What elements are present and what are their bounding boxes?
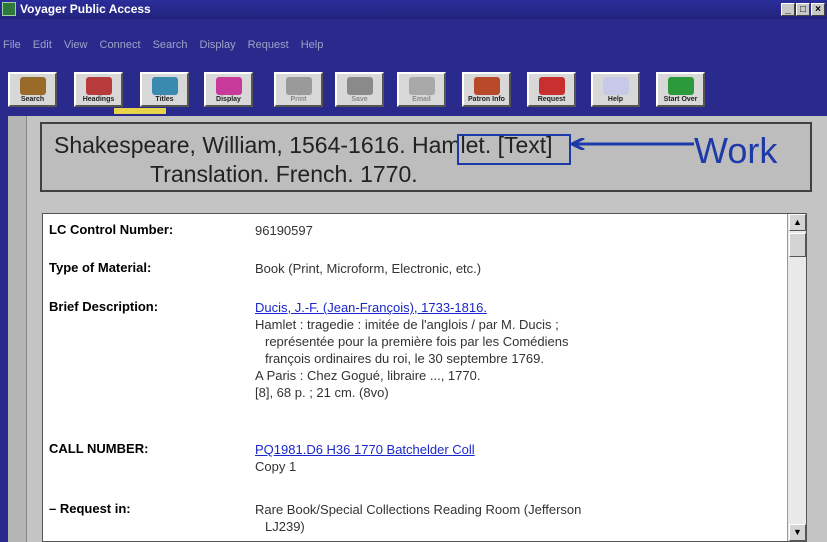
request-in-label[interactable]: – Request in: bbox=[49, 501, 249, 516]
patron-info-button-label: Patron Info bbox=[468, 96, 505, 103]
minimize-button[interactable]: _ bbox=[781, 3, 795, 16]
description-line-1: Hamlet : tragedie : imitée de l'anglois … bbox=[255, 317, 559, 332]
work-annotation: Work bbox=[694, 130, 778, 171]
menu-display[interactable]: Display bbox=[200, 39, 236, 51]
menu-file[interactable]: File bbox=[3, 39, 21, 51]
email-button-label: Email bbox=[412, 96, 431, 103]
hamlet-highlight-box bbox=[457, 134, 571, 165]
description-value: Ducis, J.-F. (Jean-François), 1733-1816.… bbox=[255, 299, 755, 401]
description-label: Brief Description: bbox=[49, 299, 159, 314]
description-line-4: A Paris : Chez Gogué, libraire ..., 1770… bbox=[255, 368, 481, 383]
print-button[interactable]: Print bbox=[274, 72, 323, 107]
start-over-button-label: Start Over bbox=[663, 96, 698, 103]
help-button-label: Help bbox=[607, 96, 624, 103]
email-button[interactable]: Email bbox=[397, 72, 446, 107]
vertical-scrollbar[interactable]: ▲ ▼ bbox=[787, 214, 806, 541]
request-icon bbox=[538, 77, 565, 95]
email-icon bbox=[408, 77, 435, 95]
menu-bar: File Edit View Connect Search Display Re… bbox=[0, 36, 827, 56]
scroll-up-icon[interactable]: ▲ bbox=[789, 214, 806, 231]
menu-view[interactable]: View bbox=[64, 39, 88, 51]
menu-edit[interactable]: Edit bbox=[33, 39, 52, 51]
title-bar: Voyager Public Access _ □ × bbox=[0, 0, 827, 19]
display-icon bbox=[215, 77, 242, 95]
save-button-label: Save bbox=[351, 96, 368, 103]
search-button[interactable]: Search bbox=[8, 72, 57, 107]
app-icon bbox=[2, 2, 16, 16]
lccn-value: 96190597 bbox=[255, 223, 313, 238]
request-line-1: Rare Book/Special Collections Reading Ro… bbox=[255, 502, 582, 517]
material-value: Book (Print, Microform, Electronic, etc.… bbox=[255, 261, 482, 276]
author-link[interactable]: Ducis, J.-F. (Jean-François), 1733-1816. bbox=[255, 300, 487, 315]
printer-icon bbox=[285, 77, 312, 95]
description-line-3: françois ordinaires du roi, le 30 septem… bbox=[265, 351, 544, 366]
patron-info-button[interactable]: Patron Info bbox=[462, 72, 511, 107]
window-title: Voyager Public Access bbox=[20, 2, 151, 16]
display-button-label: Display bbox=[216, 96, 241, 103]
call-number-value: PQ1981.D6 H36 1770 Batchelder Coll Copy … bbox=[255, 441, 755, 475]
start-over-button[interactable]: Start Over bbox=[656, 72, 705, 107]
disk-icon bbox=[346, 77, 373, 95]
help-icon bbox=[602, 77, 629, 95]
scroll-thumb[interactable] bbox=[789, 233, 806, 257]
request-line-2: LJ239) bbox=[265, 519, 305, 534]
menu-search[interactable]: Search bbox=[153, 39, 188, 51]
menu-connect[interactable]: Connect bbox=[100, 39, 141, 51]
start-over-icon bbox=[667, 77, 694, 95]
bibliographic-record: LC Control Number: 96190597 Type of Mate… bbox=[42, 213, 807, 542]
print-button-label: Print bbox=[290, 96, 307, 103]
call-number-link[interactable]: PQ1981.D6 H36 1770 Batchelder Coll bbox=[255, 442, 475, 457]
window-controls: _ □ × bbox=[781, 3, 825, 16]
titles-button-label: Titles bbox=[155, 96, 174, 103]
copy-number: Copy 1 bbox=[255, 459, 297, 474]
lccn-label: LC Control Number: bbox=[49, 222, 174, 237]
headings-button[interactable]: Headings bbox=[74, 72, 123, 107]
search-button-label: Search bbox=[20, 96, 45, 103]
request-button-label: Request bbox=[537, 96, 566, 103]
books-icon bbox=[85, 77, 112, 95]
patron-icon bbox=[473, 77, 500, 95]
save-button[interactable]: Save bbox=[335, 72, 384, 107]
menu-help[interactable]: Help bbox=[301, 39, 324, 51]
titles-button[interactable]: Titles bbox=[140, 72, 189, 107]
active-tab-indicator bbox=[114, 108, 166, 114]
description-line-5: [8], 68 p. ; 21 cm. (8vo) bbox=[255, 385, 389, 400]
description-line-2: représentée pour la première fois par le… bbox=[265, 334, 569, 349]
display-button[interactable]: Display bbox=[204, 72, 253, 107]
headings-button-label: Headings bbox=[82, 96, 115, 103]
book-icon bbox=[151, 77, 178, 95]
scroll-down-icon[interactable]: ▼ bbox=[789, 524, 806, 541]
material-label: Type of Material: bbox=[49, 260, 152, 275]
callout-line-2: Translation. French. 1770. bbox=[150, 161, 418, 187]
close-button[interactable]: × bbox=[811, 3, 825, 16]
request-in-value: Rare Book/Special Collections Reading Ro… bbox=[255, 501, 755, 535]
call-number-label: CALL NUMBER: bbox=[49, 441, 149, 456]
work-arrow-icon bbox=[568, 138, 694, 150]
help-button[interactable]: Help bbox=[591, 72, 640, 107]
menu-request[interactable]: Request bbox=[248, 39, 289, 51]
request-button[interactable]: Request bbox=[527, 72, 576, 107]
binoculars-icon bbox=[19, 77, 46, 95]
maximize-button[interactable]: □ bbox=[796, 3, 810, 16]
panel-left-edge bbox=[8, 116, 27, 542]
